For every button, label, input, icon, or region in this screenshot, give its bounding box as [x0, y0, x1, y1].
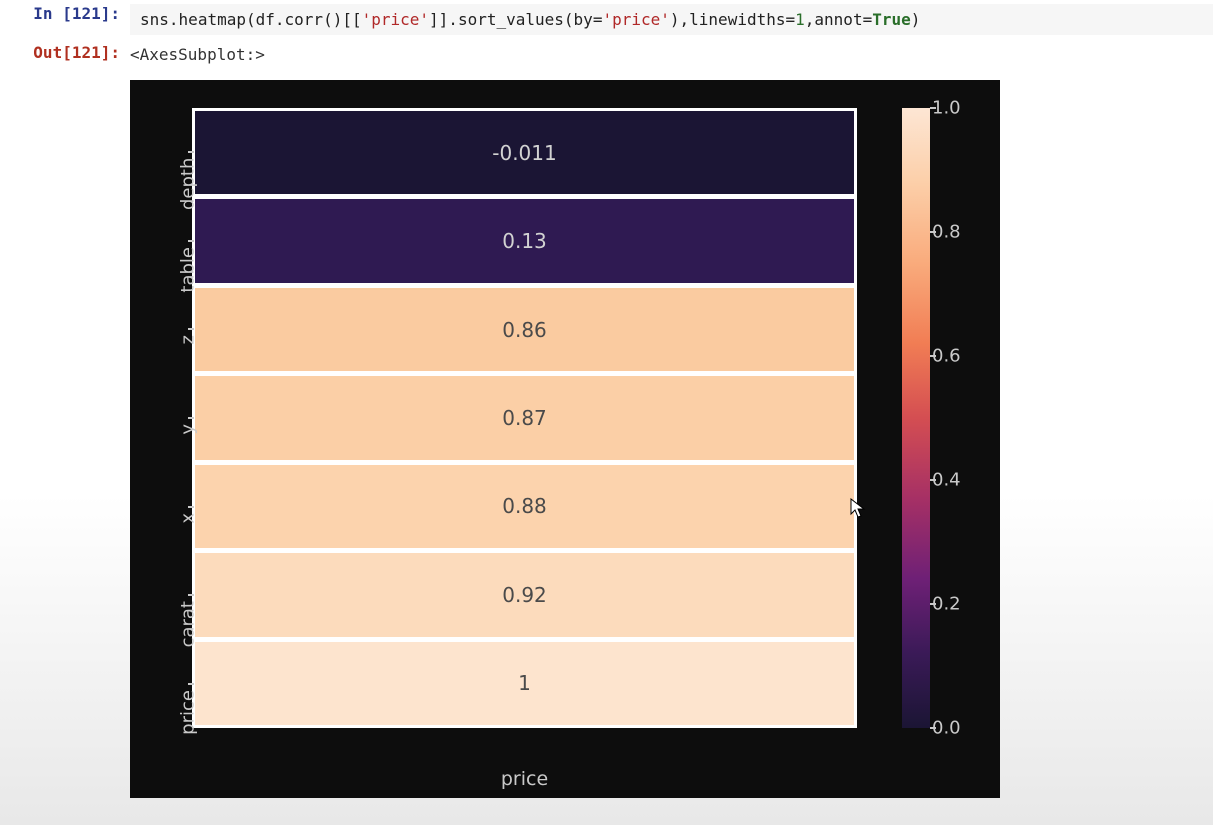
code-token: df: [256, 10, 275, 29]
y-tick-mark: [188, 417, 194, 419]
heatmap-cell: 0.92: [195, 548, 854, 636]
code-token: ),: [670, 10, 689, 29]
colorbar-tick-mark: [930, 107, 936, 109]
code-input[interactable]: sns.heatmap(df.corr()[['price']].sort_va…: [130, 4, 1213, 35]
heatmap-annotation: 0.13: [502, 229, 547, 253]
code-token: linewidths: [689, 10, 785, 29]
code-token: 'price': [602, 10, 669, 29]
y-tick-label: depth: [178, 152, 199, 210]
heatmap-cell: 0.88: [195, 460, 854, 548]
colorbar-tick-mark: [930, 231, 936, 233]
colorbar-tick-label: 0.0: [932, 718, 962, 739]
heatmap-cell: 0.13: [195, 194, 854, 282]
y-tick-mark: [188, 151, 194, 153]
colorbar-tick-mark: [930, 479, 936, 481]
y-tick-label: y: [178, 418, 199, 476]
heatmap-annotation: -0.011: [492, 141, 556, 165]
output-cell: Out[121]: <AxesSubplot:>: [0, 39, 1213, 74]
heatmap-cell: 0.87: [195, 371, 854, 459]
heatmap-annotation: 1: [518, 671, 531, 695]
colorbar-tick-label: 0.4: [932, 470, 962, 491]
y-tick-label: carat: [178, 595, 199, 653]
code-token: ]].: [429, 10, 458, 29]
input-cell: In [121]: sns.heatmap(df.corr()[['price'…: [0, 0, 1213, 39]
y-tick-label: x: [178, 507, 199, 565]
code-token: 'price': [362, 10, 429, 29]
code-token: =: [863, 10, 873, 29]
code-token: by: [574, 10, 593, 29]
output-prompt: Out[121]:: [0, 43, 130, 62]
colorbar: [902, 108, 930, 728]
colorbar-tick-label: 0.6: [932, 346, 962, 367]
heatmap-cell: -0.011: [195, 111, 854, 194]
code-token: (: [246, 10, 256, 29]
colorbar-tick-label: 0.2: [932, 594, 962, 615]
heatmap-annotation: 0.86: [502, 318, 547, 342]
code-token: True: [872, 10, 911, 29]
output-repr: <AxesSubplot:>: [130, 43, 265, 70]
code-token: ,: [805, 10, 815, 29]
colorbar-tick-label: 1.0: [932, 98, 962, 119]
y-tick-mark: [188, 683, 194, 685]
colorbar-tick-label: 0.8: [932, 222, 962, 243]
code-token: ): [911, 10, 921, 29]
heatmap-annotation: 0.87: [502, 406, 547, 430]
x-axis-label: price: [192, 768, 857, 790]
plot-output-wrap: -0.011 0.13 0.86 0.87 0.88 0.92 1 price depth t…: [0, 80, 1213, 798]
heatmap-cell: 1: [195, 637, 854, 725]
heatmap-annotation: 0.88: [502, 494, 547, 518]
code-token: annot: [814, 10, 862, 29]
code-token: =: [593, 10, 603, 29]
y-tick-label: table: [178, 241, 199, 299]
code-token: heatmap: [179, 10, 246, 29]
heatmap-annotation: 0.92: [502, 583, 547, 607]
code-token: .: [275, 10, 285, 29]
y-tick-mark: [188, 594, 194, 596]
code-token: ()[[: [323, 10, 362, 29]
code-token: 1: [795, 10, 805, 29]
code-token: (: [564, 10, 574, 29]
y-tick-label: price: [178, 684, 199, 742]
heatmap-axes: -0.011 0.13 0.86 0.87 0.88 0.92 1: [192, 108, 857, 728]
code-token: sns: [140, 10, 169, 29]
heatmap-plot: -0.011 0.13 0.86 0.87 0.88 0.92 1 price depth t…: [130, 80, 1000, 798]
colorbar-tick-mark: [930, 355, 936, 357]
y-tick-mark: [188, 328, 194, 330]
input-prompt: In [121]:: [0, 4, 130, 23]
colorbar-tick-mark: [930, 603, 936, 605]
code-token: sort_values: [458, 10, 564, 29]
colorbar-tick-mark: [930, 727, 936, 729]
y-tick-mark: [188, 506, 194, 508]
code-token: =: [785, 10, 795, 29]
heatmap-cell: 0.86: [195, 283, 854, 371]
y-tick-label: z: [178, 329, 199, 387]
code-token: .: [169, 10, 179, 29]
y-tick-mark: [188, 240, 194, 242]
code-token: corr: [285, 10, 324, 29]
